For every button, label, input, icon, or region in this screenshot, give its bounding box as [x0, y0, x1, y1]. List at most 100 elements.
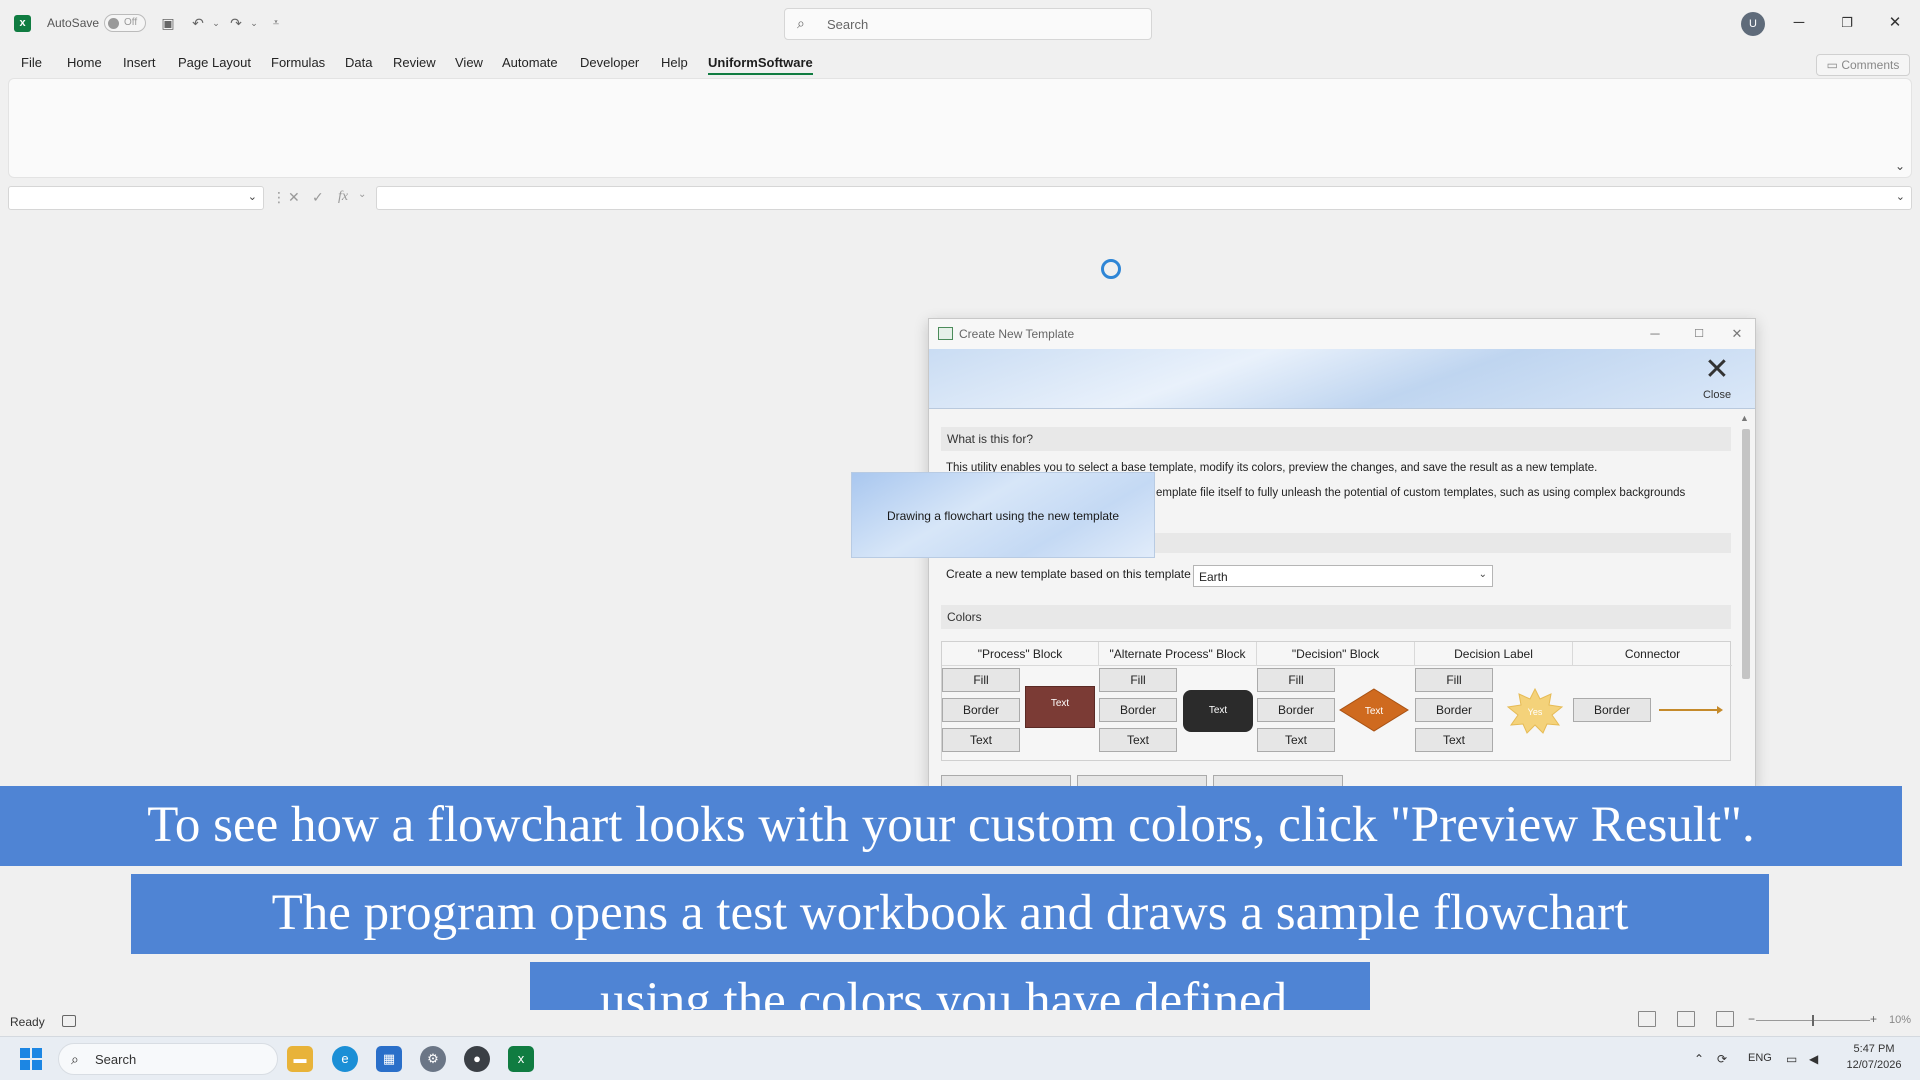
excel-icon[interactable]: x — [508, 1046, 534, 1072]
tooltip-text: Drawing a flowchart using the new templa… — [886, 509, 1120, 523]
label-fill-button[interactable]: Fill — [1415, 668, 1493, 692]
formula-input[interactable]: ⌄ — [376, 186, 1912, 210]
base-template-select[interactable]: Earth ⌄ — [1193, 565, 1493, 587]
ribbon-panel: ⌄ — [8, 78, 1912, 178]
excel-logo-icon: x — [14, 15, 31, 32]
col-connector: Connector — [1573, 642, 1732, 666]
tab-home[interactable]: Home — [67, 55, 102, 70]
save-icon[interactable]: ▣ — [158, 13, 178, 33]
tab-developer[interactable]: Developer — [580, 55, 639, 70]
zoom-out-icon[interactable]: − — [1748, 1012, 1755, 1026]
toggle-knob — [108, 18, 119, 29]
col-decision-block: "Decision" Block — [1257, 642, 1415, 666]
label-border-button[interactable]: Border — [1415, 698, 1493, 722]
volume-icon[interactable]: ◀ — [1809, 1052, 1818, 1066]
page-break-view-icon[interactable] — [1716, 1011, 1734, 1027]
col-decision-label: Decision Label — [1415, 642, 1573, 666]
process-text-button[interactable]: Text — [942, 728, 1020, 752]
edge-icon[interactable]: e — [332, 1046, 358, 1072]
tab-automate[interactable]: Automate — [502, 55, 558, 70]
close-label: Close — [1702, 389, 1732, 401]
customize-toolbar-icon[interactable]: ⩡ — [266, 13, 286, 33]
restore-icon[interactable]: ❐ — [1832, 10, 1862, 36]
search-icon: ⌕ — [71, 1051, 79, 1067]
dialog-banner — [929, 349, 1755, 409]
settings-gear-icon[interactable]: ⚙ — [420, 1046, 446, 1072]
store-icon[interactable]: ▦ — [376, 1046, 402, 1072]
redo-dropdown-icon[interactable]: ⌄ — [244, 13, 264, 33]
connector-preview — [1659, 706, 1723, 714]
process-border-button[interactable]: Border — [942, 698, 1020, 722]
tab-page-layout[interactable]: Page Layout — [178, 55, 251, 70]
scroll-thumb[interactable] — [1742, 429, 1750, 679]
undo-dropdown-icon[interactable]: ⌄ — [206, 13, 226, 33]
title-bar: x AutoSave Off ▣ ↶ ⌄ ↷ ⌄ ⩡ ⌕ Search U ─ … — [0, 0, 1920, 46]
maximize-icon[interactable]: ☐ — [1685, 323, 1713, 345]
tab-help[interactable]: Help — [661, 55, 688, 70]
language-indicator[interactable]: ENG — [1748, 1052, 1772, 1064]
redo-icon[interactable]: ↷ — [226, 13, 246, 33]
enter-icon[interactable]: ✓ — [312, 189, 324, 206]
decision-label-preview-text: Yes — [1528, 707, 1543, 717]
tab-formulas[interactable]: Formulas — [271, 55, 325, 70]
comment-icon: ▭ — [1826, 58, 1838, 72]
cancel-icon[interactable]: ✕ — [288, 189, 300, 206]
chevron-down-icon[interactable]: ⌄ — [1896, 190, 1905, 203]
dialog-scrollbar[interactable]: ▲ — [1739, 413, 1753, 783]
search-box[interactable]: ⌕ Search — [784, 8, 1152, 40]
clock[interactable]: 5:47 PM 12/07/2026 — [1842, 1041, 1906, 1073]
decision-fill-button[interactable]: Fill — [1257, 668, 1335, 692]
tab-file[interactable]: File — [21, 55, 42, 70]
page-layout-view-icon[interactable] — [1677, 1011, 1695, 1027]
alternate-fill-button[interactable]: Fill — [1099, 668, 1177, 692]
alternate-border-button[interactable]: Border — [1099, 698, 1177, 722]
minimize-icon[interactable]: ─ — [1641, 323, 1669, 345]
alternate-text-button[interactable]: Text — [1099, 728, 1177, 752]
chevron-down-icon[interactable]: ⌄ — [1895, 159, 1905, 173]
file-explorer-icon[interactable]: ▬ — [287, 1046, 313, 1072]
close-button[interactable]: ✕ Close — [1697, 355, 1737, 405]
normal-view-icon[interactable] — [1638, 1011, 1656, 1027]
decision-border-button[interactable]: Border — [1257, 698, 1335, 722]
status-ready: Ready — [10, 1015, 45, 1029]
undo-icon[interactable]: ↶ — [188, 13, 208, 33]
zoom-in-icon[interactable]: + — [1870, 1012, 1877, 1026]
close-icon[interactable]: ✕ — [1880, 10, 1910, 36]
chevron-down-icon[interactable]: ⌄ — [248, 190, 257, 203]
tab-data[interactable]: Data — [345, 55, 372, 70]
comments-label: Comments — [1841, 58, 1900, 72]
tab-view[interactable]: View — [455, 55, 483, 70]
caption-line-1: To see how a flowchart looks with your c… — [0, 786, 1902, 866]
network-icon[interactable]: ▭ — [1786, 1052, 1797, 1066]
connector-border-button[interactable]: Border — [1573, 698, 1651, 722]
tab-insert[interactable]: Insert — [123, 55, 156, 70]
scroll-up-icon[interactable]: ▲ — [1740, 413, 1749, 423]
zoom-level[interactable]: 10% — [1889, 1014, 1911, 1026]
dialog-title-bar: Create New Template ─ ☐ ✕ — [929, 319, 1755, 349]
template-icon — [938, 327, 953, 340]
windows-start-icon[interactable] — [20, 1048, 42, 1070]
close-icon[interactable]: ✕ — [1723, 323, 1751, 345]
insert-function-icon[interactable]: fx — [338, 189, 348, 205]
tab-review[interactable]: Review — [393, 55, 436, 70]
comments-button[interactable]: ▭ Comments — [1816, 54, 1910, 76]
name-box[interactable]: ⌄ — [8, 186, 264, 210]
chevron-down-icon[interactable]: ⌄ — [358, 189, 366, 200]
accessibility-icon[interactable] — [62, 1015, 76, 1027]
alternate-preview: Text — [1183, 690, 1253, 732]
decision-text-button[interactable]: Text — [1257, 728, 1335, 752]
user-avatar[interactable]: U — [1741, 12, 1765, 36]
autosave-label: AutoSave — [47, 16, 100, 30]
process-fill-button[interactable]: Fill — [942, 668, 1020, 692]
autosave-toggle[interactable]: Off — [104, 14, 146, 32]
flowchart-tooltip: Drawing a flowchart using the new templa… — [851, 472, 1155, 558]
minimize-icon[interactable]: ─ — [1784, 10, 1814, 36]
taskbar-search[interactable]: ⌕ Search — [58, 1043, 278, 1075]
process-preview: Text — [1025, 686, 1095, 728]
sync-icon[interactable]: ⟳ — [1717, 1052, 1727, 1066]
recorder-icon[interactable]: ● — [464, 1046, 490, 1072]
chevron-up-icon[interactable]: ⌃ — [1694, 1052, 1704, 1066]
label-text-button[interactable]: Text — [1415, 728, 1493, 752]
tab-uniformsoftware[interactable]: UniformSoftware — [708, 55, 813, 75]
zoom-slider[interactable] — [1756, 1015, 1870, 1026]
